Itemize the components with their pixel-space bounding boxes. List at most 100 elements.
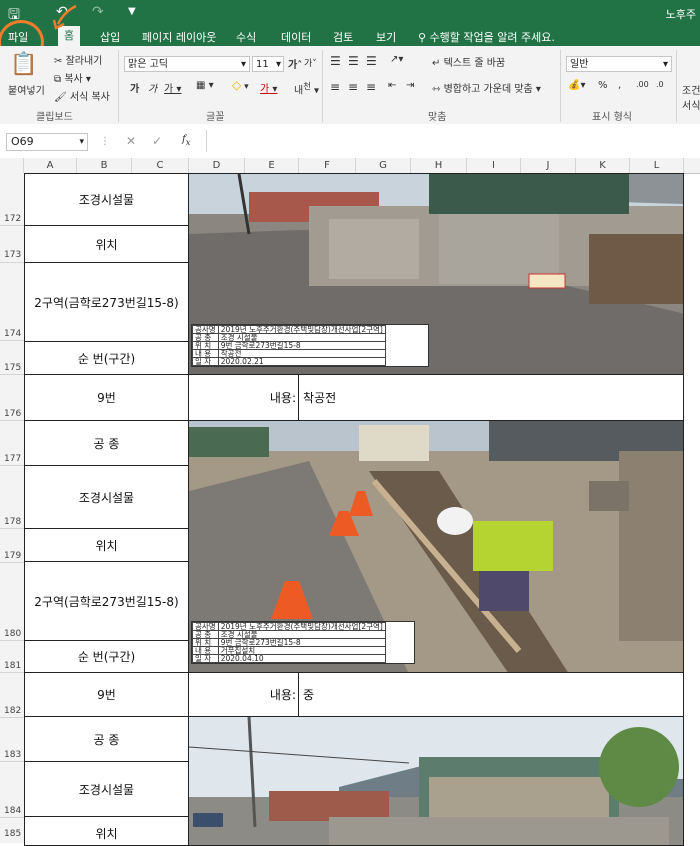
row-number[interactable]: 181 [0,661,24,671]
paste-icon[interactable]: 📋 [10,52,37,77]
cell-sequence[interactable]: 9번 [24,374,189,421]
format-painter-button[interactable]: 🖌 서식 복사 [54,88,110,103]
merge-center-button[interactable]: ⇿ 병합하고 가운데 맞춤 ▾ [432,80,541,95]
cell-work-type[interactable]: 공 종 [24,716,189,762]
enter-icon[interactable]: ✓ [152,134,162,148]
insert-function-icon[interactable]: fx [182,134,190,147]
column-header-b[interactable]: B [77,158,132,173]
row-number[interactable]: 183 [0,750,24,760]
cell-location[interactable]: 2구역(금학로273번길15-8) [24,561,189,641]
cell-content[interactable]: 중 [298,672,684,717]
paste-button[interactable]: 붙여넣기 [8,82,45,97]
column-header-a[interactable]: A [24,158,77,173]
photo-caption: 공사명 2019년 노후주거환경(주택및담장)개선사업[2구역] 공 종 조경 시설… [191,621,415,664]
cell-sequence-label[interactable]: 순 번(구간) [24,640,189,673]
column-header-j[interactable]: J [521,158,576,173]
cell-type[interactable]: 조경시설물 [24,173,189,226]
cell-position-label[interactable]: 위치 [24,225,189,263]
tab-view[interactable]: 보기 [376,29,396,45]
number-format-select[interactable]: 일반 ▾ [566,56,672,72]
column-header-l[interactable]: L [630,158,684,173]
decrease-font-icon[interactable]: 가˅ [304,56,317,69]
comma-icon[interactable]: , [618,80,621,91]
customize-quick-access-icon[interactable]: ▼ [128,6,136,17]
fill-color-icon[interactable]: ◇ ▾ [232,78,249,92]
align-center-icon[interactable]: ≡ [348,80,358,94]
italic-icon[interactable]: 가 [148,80,157,95]
cell-sequence-label[interactable]: 순 번(구간) [24,341,189,375]
conditional-format-button[interactable]: 조건 서식 [682,82,700,112]
align-top-icon[interactable]: ☰ [330,54,341,68]
row-divider [0,817,24,818]
align-left-icon[interactable]: ≡ [330,80,340,94]
row-number[interactable]: 177 [0,454,24,464]
bold-icon[interactable]: 가 [130,80,139,95]
row-number[interactable]: 180 [0,629,24,639]
row-number[interactable]: 179 [0,551,24,561]
row-number[interactable]: 178 [0,517,24,527]
orientation-icon[interactable]: ↗▾ [390,54,403,65]
row-number[interactable]: 172 [0,214,24,224]
increase-indent-icon[interactable]: ⇥ [406,80,414,91]
tab-data[interactable]: 데이터 [281,29,311,45]
font-name-select[interactable]: 맑은 고딕 ▾ [124,56,250,72]
tab-review[interactable]: 검토 [333,29,353,45]
cell-content-label[interactable]: 내용: [188,374,299,421]
column-header-g[interactable]: G [356,158,411,173]
cell-content[interactable]: 착공전 [298,374,684,421]
cell-type[interactable]: 조경시설물 [24,465,189,529]
percent-icon[interactable]: % [598,80,608,91]
divider [206,130,207,152]
decrease-indent-icon[interactable]: ⇤ [388,80,396,91]
tab-formulas[interactable]: 수식 [236,29,256,45]
cancel-icon[interactable]: ✕ [126,134,136,148]
column-header-e[interactable]: E [245,158,299,173]
redo-icon[interactable]: ↷ [92,4,104,20]
column-header-k[interactable]: K [576,158,630,173]
copy-button[interactable]: ⧉ 복사 ▾ [54,70,91,85]
cell-sequence[interactable]: 9번 [24,672,189,717]
row-header: 172 173 174 175 176 177 178 179 180 181 … [0,173,25,843]
phonetic-icon[interactable]: 내천 ▾ [294,80,319,96]
accounting-format-icon[interactable]: 💰▾ [568,80,585,91]
row-number[interactable]: 174 [0,329,24,339]
tab-insert[interactable]: 삽입 [100,29,120,45]
column-header-d[interactable]: D [189,158,245,173]
decrease-decimal-icon[interactable]: .0 [656,80,664,89]
cell-type[interactable]: 조경시설물 [24,761,189,817]
font-size-select[interactable]: 11 ▾ [252,56,284,72]
column-header-i[interactable]: I [467,158,521,173]
column-header-h[interactable]: H [411,158,467,173]
caption-label: 일 자 [192,357,219,366]
align-bottom-icon[interactable]: ☰ [366,54,377,68]
increase-decimal-icon[interactable]: .00 [636,80,649,89]
align-middle-icon[interactable]: ☰ [348,54,359,68]
increase-font-icon[interactable]: 가˄ [288,56,302,71]
borders-icon[interactable]: ▦ ▾ [196,80,214,91]
copy-icon: ⧉ [54,74,62,85]
column-header-f[interactable]: F [299,158,356,173]
cell-work-type[interactable]: 공 종 [24,420,189,466]
row-number[interactable]: 182 [0,706,24,716]
cell-position-label[interactable]: 위치 [24,816,189,846]
row-number[interactable]: 176 [0,409,24,419]
cell-position-label[interactable]: 위치 [24,528,189,562]
tell-me-search[interactable]: ⚲ 수행할 작업을 알려 주세요. [418,29,555,45]
row-number[interactable]: 175 [0,363,24,373]
row-number[interactable]: 184 [0,806,24,816]
wrap-text-button[interactable]: ↵ 텍스트 줄 바꿈 [432,54,505,69]
divider [322,50,323,122]
row-number[interactable]: 185 [0,829,24,839]
divider [560,50,561,122]
font-color-icon[interactable]: 가 ▾ [260,80,277,95]
column-header-c[interactable]: C [132,158,189,173]
underline-icon[interactable]: 가 ▾ [164,80,181,95]
select-all-corner[interactable] [0,158,24,173]
cell-content-label[interactable]: 내용: [188,672,299,717]
cell-location[interactable]: 2구역(금학로273번길15-8) [24,262,189,342]
cut-button[interactable]: ✂ 잘라내기 [54,52,102,67]
tab-page-layout[interactable]: 페이지 레이아웃 [142,29,216,45]
name-box[interactable]: O69 ▾ [6,133,88,151]
row-number[interactable]: 173 [0,250,24,260]
align-right-icon[interactable]: ≡ [366,80,376,94]
